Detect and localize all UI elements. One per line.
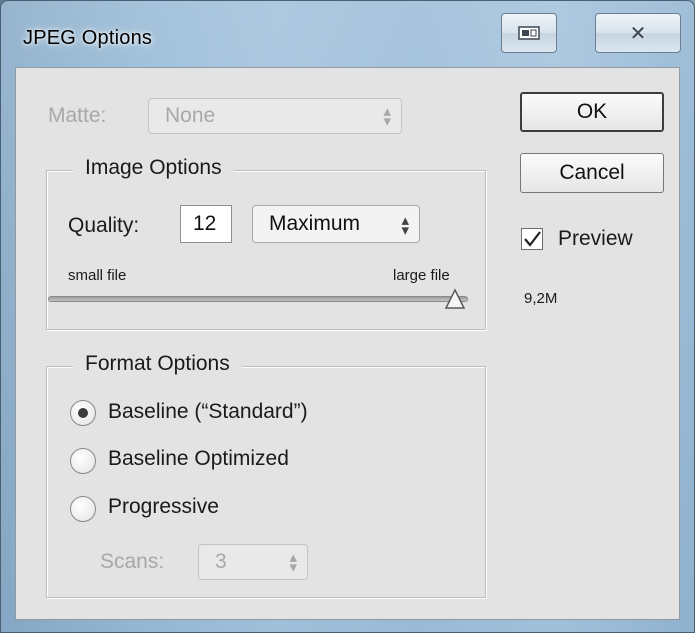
image-options-group: Image Options: [46, 156, 486, 330]
close-button[interactable]: ✕: [595, 13, 681, 53]
quality-preset-select[interactable]: Maximum ▴ ▾: [252, 205, 420, 243]
slider-thumb-icon[interactable]: [444, 288, 466, 310]
scans-select[interactable]: 3 ▴ ▾: [198, 544, 308, 580]
radio-baseline-standard[interactable]: [70, 400, 96, 426]
large-file-label: large file: [393, 267, 450, 284]
cancel-button[interactable]: Cancel: [520, 153, 664, 193]
dialog-body: Matte: None ▴ ▾ Image Options Quality: 12…: [15, 67, 680, 620]
select-arrows-icon: ▴ ▾: [383, 102, 391, 130]
ok-button[interactable]: OK: [520, 92, 664, 132]
radio-selected-dot: [78, 408, 88, 418]
radio-progressive[interactable]: [70, 496, 96, 522]
small-file-label: small file: [68, 267, 127, 284]
preview-checkbox[interactable]: [521, 228, 543, 250]
scans-value: 3: [215, 550, 227, 573]
scans-label: Scans:: [100, 550, 165, 573]
image-options-legend: Image Options: [73, 156, 234, 180]
title-bar[interactable]: JPEG Options ✕: [1, 1, 694, 67]
quality-value: 12: [193, 212, 217, 235]
matte-label: Matte:: [48, 104, 107, 127]
quality-slider-track[interactable]: [48, 296, 468, 302]
window-title: JPEG Options: [23, 27, 153, 49]
matte-value: None: [165, 104, 216, 127]
file-size-readout: 9,2M: [524, 290, 558, 307]
select-arrows-icon: ▴ ▾: [289, 548, 297, 576]
quality-input[interactable]: 12: [180, 205, 232, 243]
quality-preset-value: Maximum: [269, 212, 361, 235]
format-options-legend: Format Options: [73, 352, 242, 376]
close-icon: ✕: [629, 21, 647, 45]
quality-label: Quality:: [68, 214, 140, 237]
radio-baseline-optimized[interactable]: [70, 448, 96, 474]
matte-select[interactable]: None ▴ ▾: [148, 98, 402, 134]
baseline-optimized-label[interactable]: Baseline Optimized: [108, 447, 289, 471]
progressive-label[interactable]: Progressive: [108, 495, 219, 519]
restore-button[interactable]: [501, 13, 557, 53]
select-arrows-icon: ▴ ▾: [401, 211, 409, 239]
jpeg-options-window: JPEG Options ✕ Matte: None ▴ ▾ Image Opti…: [0, 0, 695, 633]
preview-label[interactable]: Preview: [558, 227, 633, 251]
checkmark-icon: [524, 231, 541, 247]
baseline-standard-label[interactable]: Baseline (“Standard”): [108, 400, 308, 424]
restore-window-icon: [518, 26, 540, 40]
